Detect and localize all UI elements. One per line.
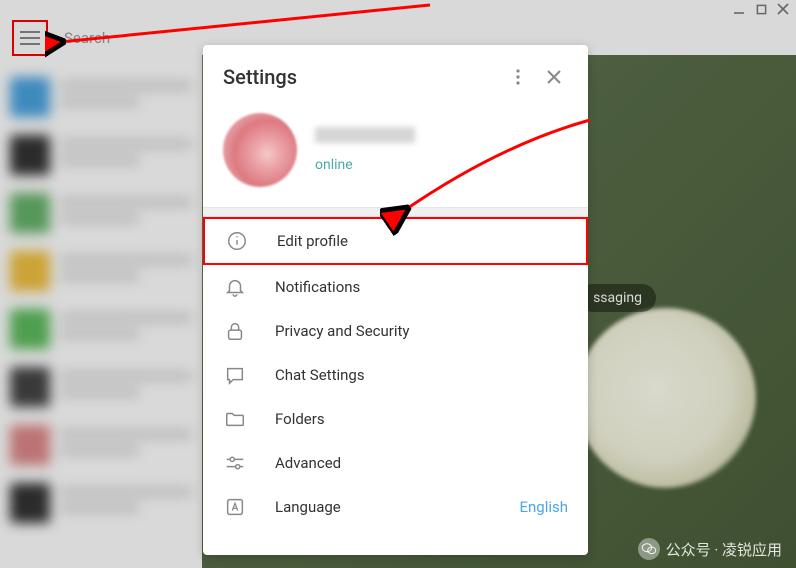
- profile-name: [315, 127, 415, 143]
- watermark-text: 公众号 · 凌锐应用: [666, 539, 782, 560]
- profile-status: online: [315, 157, 415, 173]
- more-vertical-icon: [508, 67, 528, 87]
- menu-edit-profile[interactable]: Edit profile: [203, 217, 588, 265]
- menu-label: Language: [275, 498, 491, 516]
- close-button[interactable]: [536, 59, 572, 95]
- menu-label: Advanced: [275, 454, 568, 472]
- settings-panel: Settings online Edit profi: [203, 45, 588, 555]
- menu-label: Edit profile: [277, 232, 566, 250]
- settings-menu: Edit profile Notifications Privacy and S…: [203, 217, 588, 529]
- menu-language[interactable]: Language English: [203, 485, 588, 529]
- lock-icon: [223, 319, 247, 343]
- menu-label: Privacy and Security: [275, 322, 568, 340]
- menu-label: Folders: [275, 410, 568, 428]
- bell-icon: [223, 275, 247, 299]
- maximize-button[interactable]: [754, 2, 768, 16]
- more-button[interactable]: [500, 59, 536, 95]
- settings-title: Settings: [223, 65, 500, 89]
- close-window-button[interactable]: [776, 2, 790, 16]
- language-icon: [223, 495, 247, 519]
- section-divider: [203, 207, 588, 217]
- chat-icon: [223, 363, 247, 387]
- menu-privacy[interactable]: Privacy and Security: [203, 309, 588, 353]
- close-icon: [545, 68, 563, 86]
- watermark: 公众号 · 凌锐应用: [638, 538, 782, 560]
- menu-chat-settings[interactable]: Chat Settings: [203, 353, 588, 397]
- folder-icon: [223, 407, 247, 431]
- minimize-button[interactable]: [732, 2, 746, 16]
- info-icon: [225, 229, 249, 253]
- language-value: English: [519, 498, 568, 516]
- wechat-icon: [638, 538, 660, 560]
- menu-advanced[interactable]: Advanced: [203, 441, 588, 485]
- profile-section[interactable]: online: [203, 105, 588, 207]
- menu-label: Notifications: [275, 278, 568, 296]
- sliders-icon: [223, 451, 247, 475]
- menu-label: Chat Settings: [275, 366, 568, 384]
- avatar: [223, 113, 297, 187]
- menu-notifications[interactable]: Notifications: [203, 265, 588, 309]
- menu-folders[interactable]: Folders: [203, 397, 588, 441]
